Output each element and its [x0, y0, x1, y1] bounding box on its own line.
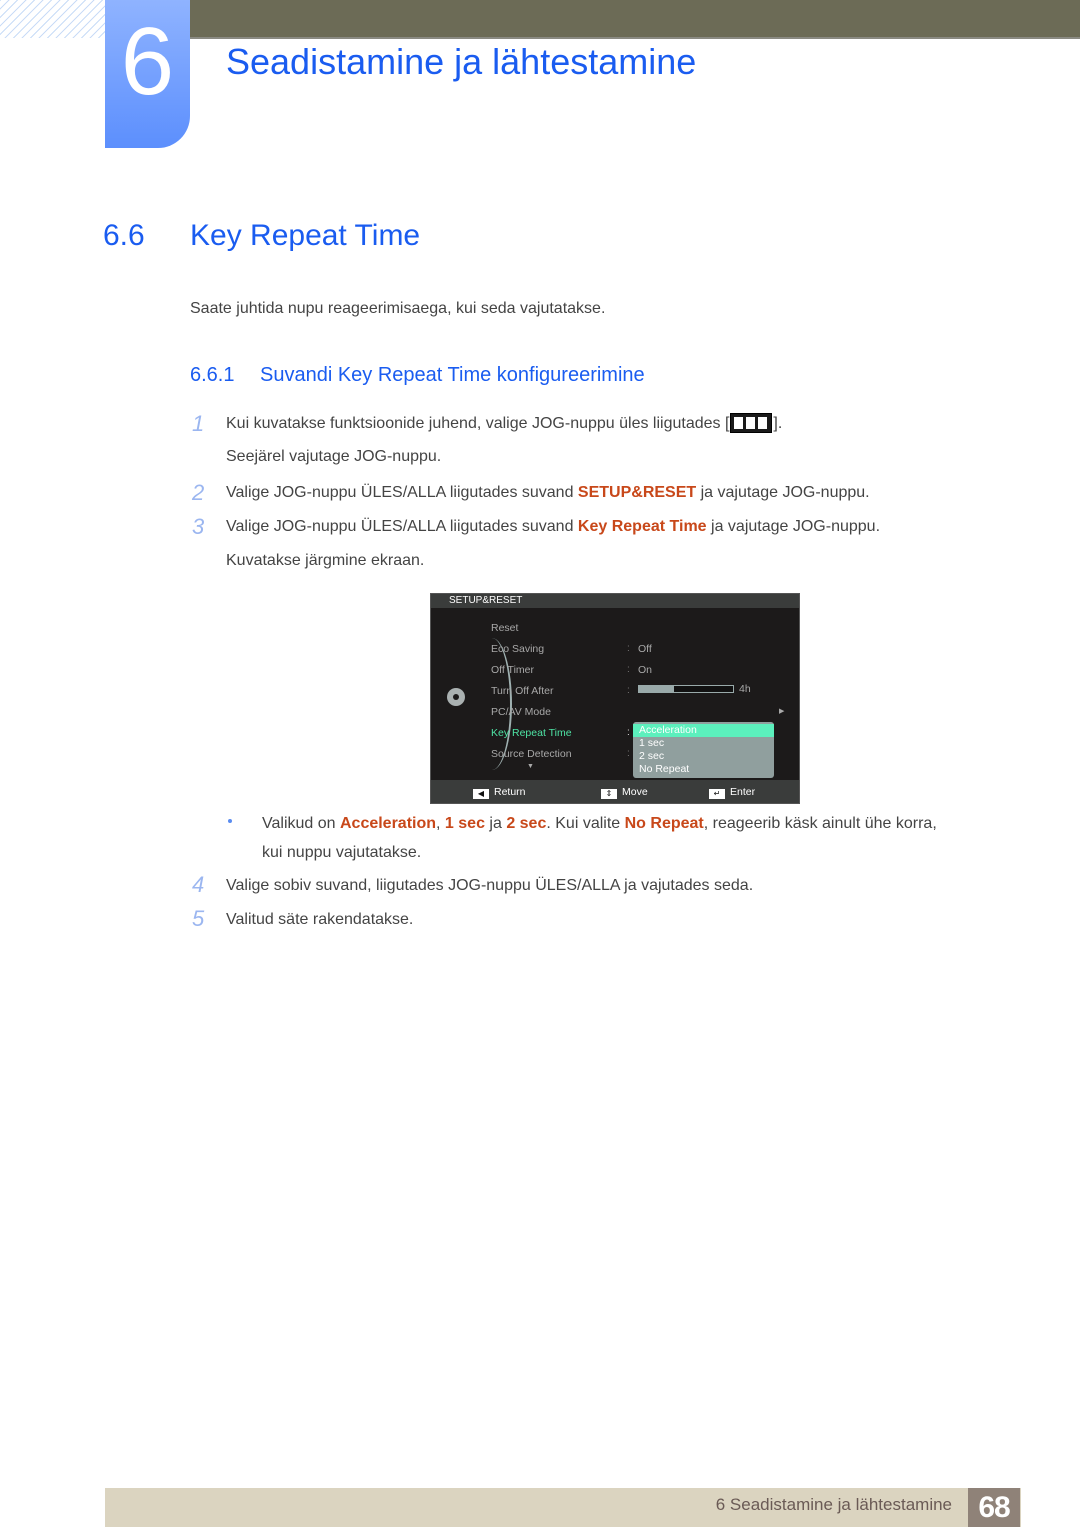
subsection-number: 6.6.1 — [190, 364, 235, 386]
subsection-title: Suvandi Key Repeat Time konfigureerimine — [260, 364, 645, 386]
osd-colon: : — [627, 727, 630, 738]
enter-icon: ↵ — [709, 789, 725, 799]
note-text: , — [436, 815, 445, 832]
osd-value-eco-saving: Off — [638, 643, 652, 655]
step-text: Kui kuvatakse funktsioonide juhend, vali… — [226, 415, 730, 432]
osd-item-key-repeat-time: Key Repeat Time — [491, 727, 572, 739]
note-text: Valikud on — [262, 815, 340, 832]
osd-item-pc-av-mode: PC/AV Mode — [491, 706, 551, 718]
osd-option-acceleration: Acceleration — [633, 724, 774, 737]
step-text: ]. — [773, 415, 783, 432]
osd-option-1-sec: 1 sec — [639, 737, 665, 749]
chapter-top-bar — [190, 0, 1080, 39]
osd-dropdown: Acceleration 1 sec 2 sec No Repeat — [633, 722, 774, 778]
highlight-setup-reset: SETUP&RESET — [577, 484, 697, 501]
osd-move-label: Move — [622, 786, 648, 798]
chevron-right-icon: ▶ — [779, 708, 785, 715]
highlight-key-repeat-time: Key Repeat Time — [577, 518, 707, 535]
osd-enter-label: Enter — [730, 786, 756, 798]
note-text: ja — [484, 815, 507, 832]
step-text: Valige JOG-nuppu ÜLES/ALLA liigutades su… — [226, 518, 578, 535]
chevron-down-icon: ▼ — [527, 763, 534, 770]
page-number: 68 — [968, 1488, 1020, 1527]
step-4: Valige sobiv suvand, liigutades JOG-nupp… — [226, 877, 754, 894]
step-number: 4 — [192, 872, 205, 897]
gear-icon — [447, 688, 465, 706]
osd-item-turn-off-after: Turn Off After — [491, 685, 554, 697]
osd-value-off-timer: On — [638, 664, 653, 676]
step-number: 5 — [192, 906, 205, 931]
osd-option-no-repeat: No Repeat — [639, 763, 690, 775]
step-text: Valige JOG-nuppu ÜLES/ALLA liigutades su… — [226, 484, 578, 501]
chapter-number-tab: 6 — [105, 0, 190, 148]
section-title: Key Repeat Time — [190, 219, 421, 252]
step-number: 3 — [192, 514, 205, 539]
osd-return: ◀ Return — [473, 786, 526, 799]
step-5: Valitud säte rakendatakse. — [226, 911, 414, 928]
osd-move: ⇕ Move — [601, 786, 648, 799]
chapter-number: 6 — [120, 8, 175, 115]
step-3-line-2: Kuvatakse järgmine ekraan. — [226, 552, 425, 569]
osd-item-source-detection: Source Detection — [491, 748, 572, 760]
note-line-1: Valikud on Acceleration, 1 sec ja 2 sec.… — [262, 813, 937, 835]
note-text: . Kui valite — [546, 815, 625, 832]
decorative-stripes — [0, 0, 105, 38]
step-3: Valige JOG-nuppu ÜLES/ALLA liigutades su… — [226, 516, 880, 538]
note-line-2: kui nuppu vajutatakse. — [262, 844, 422, 861]
move-icon: ⇕ — [601, 789, 617, 799]
osd-return-label: Return — [494, 786, 526, 798]
osd-item-reset: Reset — [491, 622, 519, 634]
section-number: 6.6 — [103, 219, 145, 252]
osd-colon: : — [627, 664, 630, 675]
bullet-icon — [228, 819, 232, 823]
highlight-1-sec: 1 sec — [444, 815, 485, 832]
note-text: , reageerib käsk ainult ühe korra, — [703, 815, 937, 832]
osd-option-2-sec: 2 sec — [639, 750, 665, 762]
osd-colon: : — [627, 643, 630, 654]
osd-progress-fill — [639, 686, 674, 692]
step-text: ja vajutage JOG-nuppu. — [706, 518, 881, 535]
step-text: ja vajutage JOG-nuppu. — [696, 484, 870, 501]
section-intro: Saate juhtida nupu reageerimisaega, kui … — [190, 300, 606, 317]
highlight-2-sec: 2 sec — [506, 815, 547, 832]
highlight-acceleration: Acceleration — [339, 815, 437, 832]
highlight-no-repeat: No Repeat — [624, 815, 704, 832]
step-number: 2 — [192, 480, 205, 505]
jog-menu-icon — [730, 413, 773, 433]
footer-chapter-title: 6 Seadistamine ja lähtestamine — [715, 1495, 952, 1514]
step-1-line-1: Kui kuvatakse funktsioonide juhend, vali… — [226, 413, 782, 435]
osd-enter: ↵ Enter — [709, 786, 755, 799]
chapter-title: Seadistamine ja lähtestamine — [226, 41, 697, 82]
step-2: Valige JOG-nuppu ÜLES/ALLA liigutades su… — [226, 482, 870, 504]
step-1-line-2: Seejärel vajutage JOG-nuppu. — [226, 448, 442, 465]
osd-title: SETUP&RESET — [431, 594, 799, 608]
return-icon: ◀ — [473, 789, 489, 799]
osd-item-eco-saving: Eco Saving — [491, 643, 545, 655]
step-number: 1 — [192, 411, 205, 436]
osd-value-turn-off-after: 4h — [739, 683, 751, 695]
osd-colon: : — [627, 685, 630, 696]
osd-item-off-timer: Off Timer — [491, 664, 534, 676]
osd-turn-off-progress — [638, 685, 734, 693]
osd-colon: : — [627, 748, 630, 759]
